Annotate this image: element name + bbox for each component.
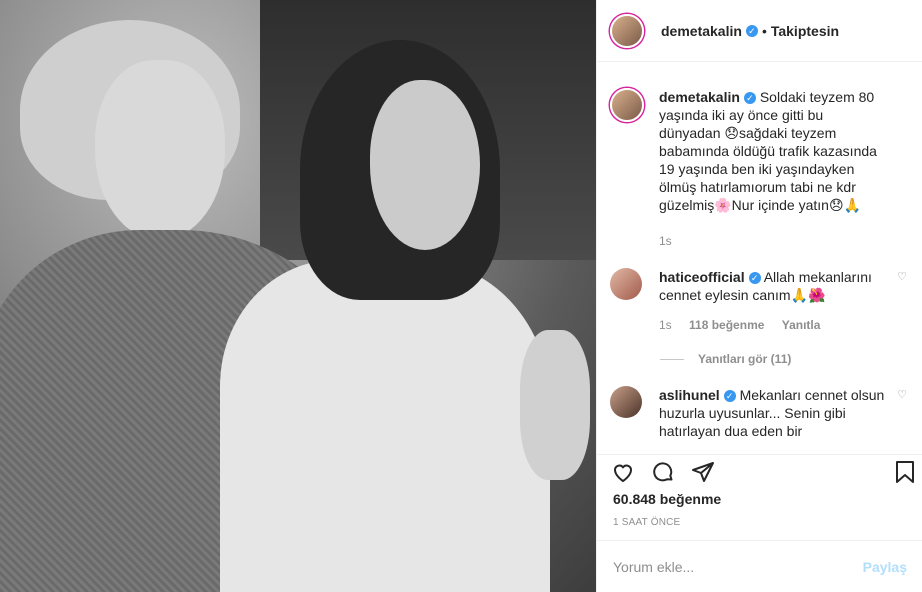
comment-time[interactable]: 1s <box>659 318 672 332</box>
posted-time[interactable]: 1 SAAT ÖNCE <box>613 517 680 528</box>
comment-likes[interactable]: 118 beğenme <box>689 318 764 332</box>
follow-status[interactable]: Takiptesin <box>771 23 839 39</box>
author-avatar[interactable] <box>610 13 644 48</box>
commenter-username[interactable]: aslihunel <box>659 387 720 403</box>
bookmark-icon[interactable] <box>891 458 919 486</box>
likes-count[interactable]: 60.848 beğenme <box>613 491 721 507</box>
heart-icon[interactable] <box>609 458 637 486</box>
comment-like-heart-icon[interactable]: ♡ <box>897 270 907 283</box>
verified-badge-icon: ✓ <box>723 390 736 403</box>
verified-badge-icon: ✓ <box>745 24 758 37</box>
commenter-username[interactable]: haticeofficial <box>659 269 745 285</box>
caption-time[interactable]: 1s <box>659 234 672 248</box>
verified-badge-icon: ✓ <box>748 272 761 285</box>
commenter-avatar[interactable] <box>610 268 642 300</box>
caption-avatar[interactable] <box>610 88 644 122</box>
author-username[interactable]: demetakalin <box>661 23 742 39</box>
post-header: demetakalin ✓ • Takiptesin <box>597 0 922 62</box>
comment-item: aslihunel ✓ Mekanları cennet olsun huzurl… <box>610 386 907 440</box>
caption-username[interactable]: demetakalin <box>659 89 740 105</box>
verified-badge-icon: ✓ <box>743 92 756 105</box>
comment-input[interactable] <box>613 558 863 575</box>
post-photo[interactable] <box>0 0 596 592</box>
comment-icon[interactable] <box>649 458 677 486</box>
post-side-panel: demetakalin ✓ • Takiptesin demetakalin ✓ … <box>596 0 922 592</box>
view-replies-button[interactable]: Yanıtları gör (11) <box>660 352 907 366</box>
action-bar <box>597 454 922 488</box>
share-icon[interactable] <box>689 458 717 486</box>
post-comment-button[interactable]: Paylaş <box>863 559 907 575</box>
add-comment-bar: Paylaş <box>597 540 922 592</box>
caption: demetakalin ✓ Soldaki teyzem 80 yaşında i… <box>610 88 907 250</box>
commenter-avatar[interactable] <box>610 386 642 418</box>
caption-text: Soldaki teyzem 80 yaşında iki ay önce gi… <box>659 89 877 213</box>
comments-list[interactable]: demetakalin ✓ Soldaki teyzem 80 yaşında i… <box>597 62 922 454</box>
reply-button[interactable]: Yanıtla <box>782 318 821 332</box>
comment-item: haticeofficial ✓ Allah mekanlarını cennet… <box>610 268 907 334</box>
comment-like-heart-icon[interactable]: ♡ <box>897 388 907 401</box>
